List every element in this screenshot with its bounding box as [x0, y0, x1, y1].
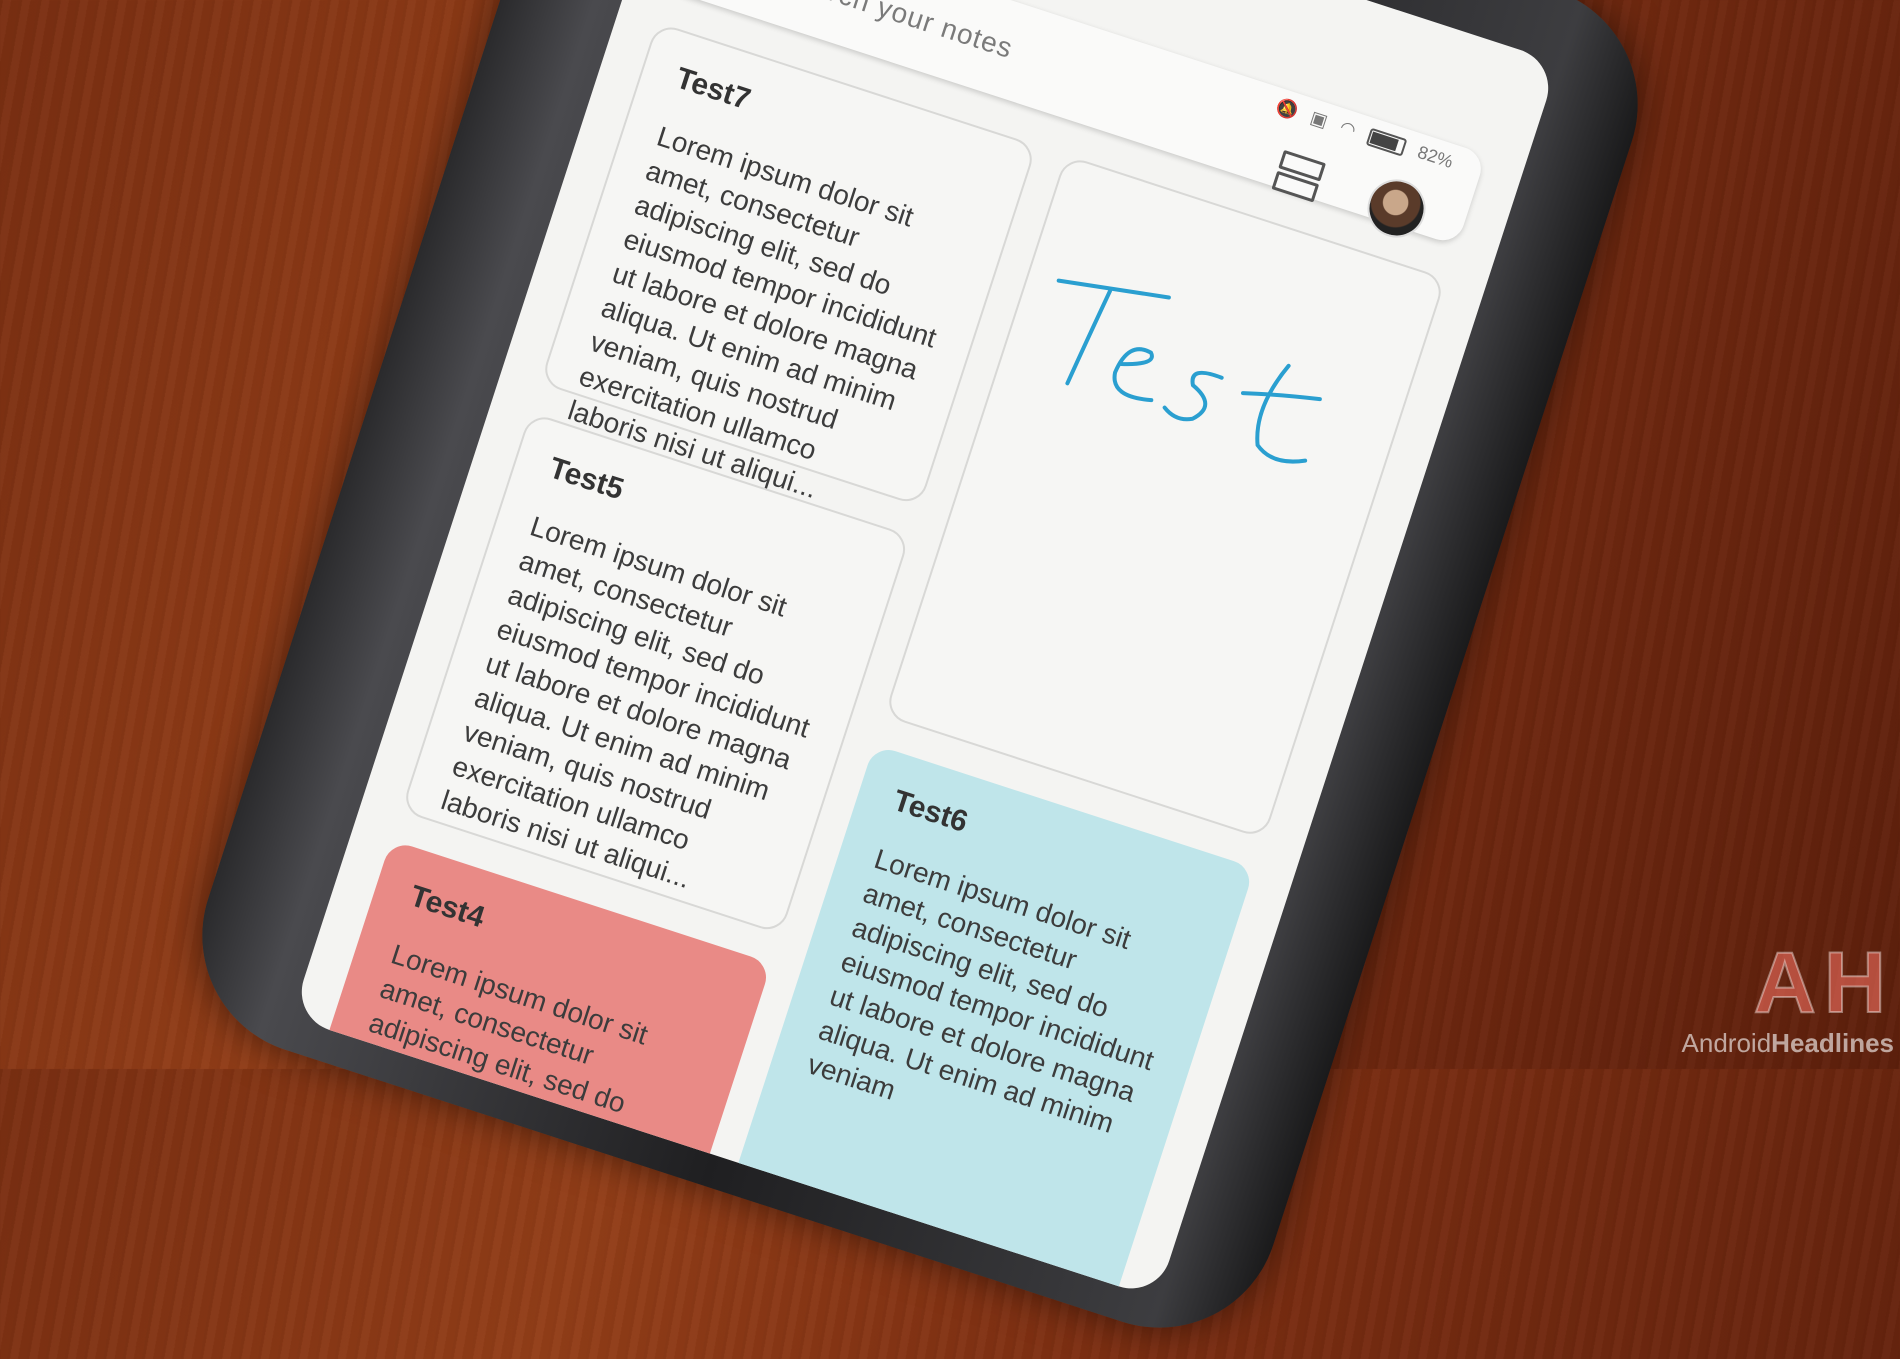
- note-card-test7[interactable]: Test7 Lorem ipsum dolor sit amet, consec…: [539, 21, 1038, 507]
- handwriting-drawing: [1056, 278, 1322, 464]
- mute-icon: 🔕: [1273, 95, 1301, 122]
- note-card-test4[interactable]: Test4 Lorem ipsum dolor sit amet, consec…: [310, 839, 772, 1211]
- phone-bezel: [171, 0, 1669, 1359]
- search-input[interactable]: [771, 0, 1169, 119]
- note-body: Lorem ipsum dolor sit amet, consectetur …: [803, 842, 1158, 1139]
- note-title: Test5: [545, 451, 628, 507]
- note-body: Lorem ipsum dolor sit amet, consectetur …: [564, 120, 941, 505]
- phone: 🔕 ▣ ◠ 82% Test7 Lorem ipsum dolor sit am…: [0, 0, 1900, 1359]
- watermark: AH AndroidHeadlines: [1681, 935, 1894, 1059]
- battery-icon: [1365, 127, 1408, 157]
- watermark-text: AndroidHeadlines: [1681, 1028, 1894, 1058]
- sim-icon: ▣: [1307, 107, 1331, 132]
- status-bar: 🔕 ▣ ◠ 82%: [1273, 95, 1456, 173]
- note-body: Lorem ipsum dolor sit amet, consectetur …: [437, 510, 814, 895]
- search-bar[interactable]: 🔕 ▣ ◠ 82%: [667, 0, 1487, 246]
- note-card-test6[interactable]: Test6 Lorem ipsum dolor sit amet, consec…: [726, 744, 1255, 1299]
- note-title: Test4: [406, 879, 489, 935]
- battery-percent: 82%: [1415, 141, 1456, 173]
- list-view-icon[interactable]: [1271, 149, 1326, 203]
- watermark-logo: AH: [1753, 935, 1894, 1031]
- note-title: Test6: [889, 784, 972, 839]
- note-title: Test7: [671, 61, 755, 117]
- wifi-icon: ◠: [1337, 116, 1359, 141]
- note-body: Lorem ipsum dolor sit amet, consectetur …: [365, 938, 652, 1120]
- phone-screen: 🔕 ▣ ◠ 82% Test7 Lorem ipsum dolor sit am…: [291, 0, 1559, 1299]
- note-card-drawing[interactable]: [883, 154, 1447, 840]
- note-card-test5[interactable]: Test5 Lorem ipsum dolor sit amet, consec…: [400, 411, 911, 935]
- avatar[interactable]: [1359, 171, 1434, 246]
